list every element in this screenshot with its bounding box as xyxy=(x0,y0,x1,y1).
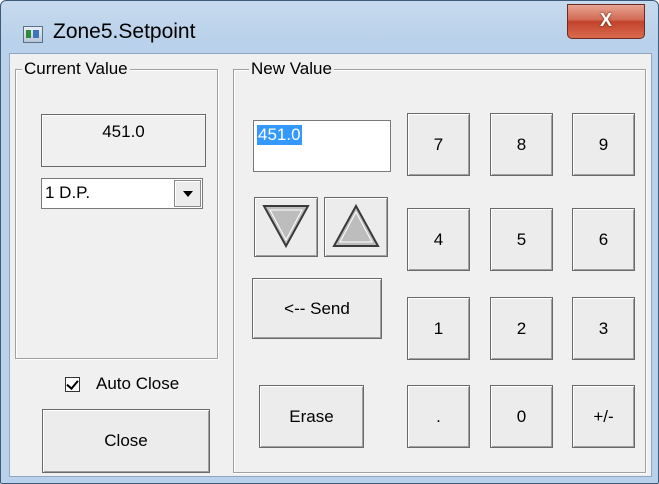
key-plus-minus[interactable]: +/- xyxy=(572,385,635,448)
chevron-down-icon[interactable] xyxy=(174,180,201,207)
new-value-text: 451.0 xyxy=(257,125,302,145)
key-2[interactable]: 2 xyxy=(490,297,553,360)
key-8-label: 8 xyxy=(516,135,527,154)
window-title: Zone5.Setpoint xyxy=(53,20,196,43)
current-value-text: 451.0 xyxy=(102,122,145,141)
window-close-button[interactable]: X xyxy=(567,4,645,39)
auto-close-label[interactable]: Auto Close xyxy=(96,374,179,394)
title-bar[interactable]: Zone5.Setpoint X xyxy=(1,1,658,53)
key-plus-minus-label: +/- xyxy=(593,407,614,426)
key-4[interactable]: 4 xyxy=(407,208,470,271)
key-2-label: 2 xyxy=(516,319,527,338)
decimal-places-select[interactable]: 1 D.P. xyxy=(41,178,203,209)
dialog-window: Zone5.Setpoint X Current Value 451.0 1 D… xyxy=(0,0,659,484)
auto-close-checkbox[interactable] xyxy=(65,377,80,392)
key-7-label: 7 xyxy=(433,135,444,154)
current-value-legend: Current Value xyxy=(22,59,130,79)
key-5-label: 5 xyxy=(516,230,527,249)
current-value-display: 451.0 xyxy=(41,114,206,167)
close-button-label: Close xyxy=(104,431,148,450)
key-4-label: 4 xyxy=(433,230,444,249)
key-1-label: 1 xyxy=(433,319,444,338)
key-1[interactable]: 1 xyxy=(407,297,470,360)
key-6-label: 6 xyxy=(598,230,609,249)
increment-button[interactable] xyxy=(324,197,388,257)
key-9-label: 9 xyxy=(598,135,609,154)
key-6[interactable]: 6 xyxy=(572,208,635,271)
new-value-legend: New Value xyxy=(249,59,334,79)
triangle-down-icon xyxy=(262,205,310,249)
key-decimal-point[interactable]: . xyxy=(407,385,470,448)
key-3-label: 3 xyxy=(598,319,609,338)
key-3[interactable]: 3 xyxy=(572,297,635,360)
key-0-label: 0 xyxy=(516,407,527,426)
close-button[interactable]: Close xyxy=(42,409,210,473)
key-8[interactable]: 8 xyxy=(490,113,553,176)
key-5[interactable]: 5 xyxy=(490,208,553,271)
decrement-button[interactable] xyxy=(254,197,318,257)
key-7[interactable]: 7 xyxy=(407,113,470,176)
send-button-label: <-- Send xyxy=(284,299,350,318)
new-value-input[interactable]: 451.0 xyxy=(253,120,391,172)
decimal-places-value: 1 D.P. xyxy=(45,183,91,202)
key-9[interactable]: 9 xyxy=(572,113,635,176)
triangle-up-icon xyxy=(332,203,380,247)
current-value-group: Current Value xyxy=(15,59,218,359)
erase-button[interactable]: Erase xyxy=(259,385,364,448)
key-0[interactable]: 0 xyxy=(490,385,553,448)
app-icon xyxy=(23,26,43,43)
key-decimal-point-label: . xyxy=(436,407,441,426)
dialog-client-area: Current Value 451.0 1 D.P. Auto Close Cl… xyxy=(9,53,652,477)
erase-button-label: Erase xyxy=(289,407,334,426)
send-button[interactable]: <-- Send xyxy=(252,278,382,339)
